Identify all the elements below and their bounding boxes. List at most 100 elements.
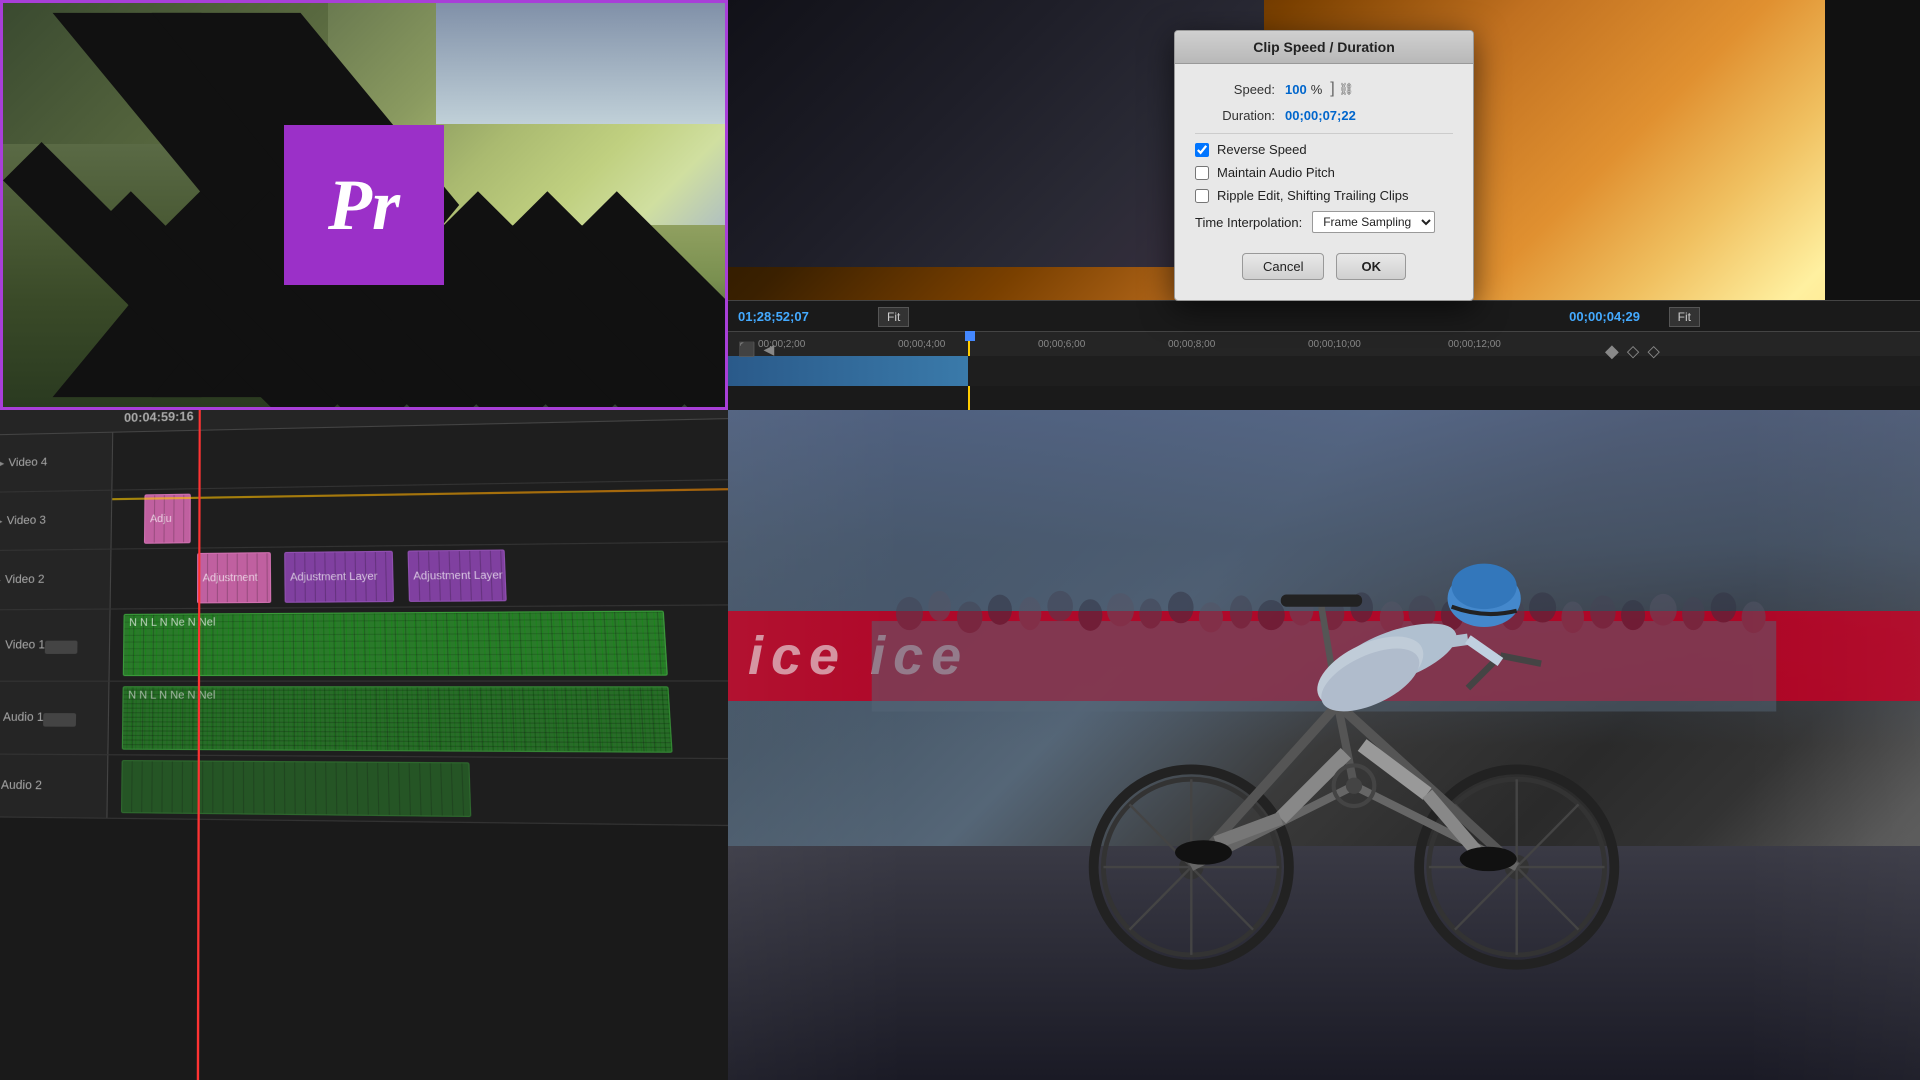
clip-v3-1[interactable]: Adju — [144, 494, 190, 544]
clip-pattern — [408, 551, 505, 601]
panel-cyclist: ice ice — [728, 410, 1920, 1080]
ripple-edit-label: Ripple Edit, Shifting Trailing Clips — [1217, 188, 1408, 203]
timeline-controls-right: ◆ ⬦ ⬦ — [1605, 341, 1660, 362]
panel-video-editor: 01;28;52;07 Fit 00;00;04;29 Fit 00;00;2;… — [728, 0, 1920, 410]
speed-label: Speed: — [1195, 82, 1275, 97]
premiere-logo-box: Pr — [284, 125, 444, 285]
camera-icon[interactable]: ⬛ — [738, 341, 755, 358]
duration-value[interactable]: 00;00;07;22 — [1285, 108, 1356, 123]
timeline-area: 01;28;52;07 Fit 00;00;04;29 Fit 00;00;2;… — [728, 300, 1920, 410]
marker-diamond-icon[interactable]: ◆ — [1605, 341, 1619, 362]
panel-timeline: 00:04:59:16 ▶ Video 4 ▶ Video 3 — [0, 410, 728, 1080]
track-audio1: ▼ Audio 1 N N L N Ne N Nel — [0, 682, 728, 760]
time-marker-3: 00;00;6;00 — [1038, 339, 1085, 350]
clip-v2-3[interactable]: Adjustment Layer — [407, 549, 506, 602]
track-content-audio1: N N L N Ne N Nel — [108, 682, 728, 759]
clip-text-a1: N N L N Ne N Nel — [128, 690, 215, 703]
reverse-speed-checkbox[interactable] — [1195, 143, 1209, 157]
clip-a2-1[interactable] — [121, 760, 471, 817]
timeline-timecode: 00:04:59:16 — [124, 410, 194, 425]
fit-dropdown-right[interactable]: Fit — [1669, 307, 1700, 327]
track-video1: ▼ Video 1 N N L N Ne N Nel — [0, 605, 728, 682]
clip-bar — [728, 356, 1920, 386]
track-arrow-icon-v1: ▼ — [0, 640, 1, 651]
dialog-body: Speed: 100 % ] ⛓ Duration: 00;00;07;22 R… — [1175, 64, 1473, 300]
track-name-audio1: Audio 1 — [3, 711, 44, 725]
maintain-audio-pitch-label: Maintain Audio Pitch — [1217, 165, 1335, 180]
chain-icon: ⛓ — [1339, 82, 1354, 96]
time-marker-4: 00;00;8;00 — [1168, 339, 1215, 350]
track-label-video3: ▶ Video 3 — [0, 491, 112, 550]
time-interpolation-row: Time Interpolation: Frame Sampling — [1195, 211, 1453, 233]
track-video2: ▶ Video 2 Adjustment Adjustment Layer Ad… — [0, 541, 728, 610]
interpolation-select[interactable]: Frame Sampling — [1312, 211, 1435, 233]
arrow-left-icon[interactable]: ◀ — [763, 341, 774, 358]
track-audio2: ▼ Audio 2 — [0, 755, 728, 828]
speed-row: Speed: 100 % ] ⛓ — [1195, 80, 1453, 98]
clip-a1-1[interactable]: N N L N Ne N Nel — [122, 686, 673, 753]
track-arrow-icon: ▶ — [0, 457, 4, 469]
cyclist-svg — [907, 444, 1801, 1014]
track-name-video1: Video 1 — [5, 639, 45, 652]
ripple-edit-row: Ripple Edit, Shifting Trailing Clips — [1195, 188, 1453, 203]
track-arrow-icon-v2: ▶ — [0, 574, 1, 586]
ripple-edit-checkbox[interactable] — [1195, 189, 1209, 203]
panel-premiere-logo: Pr — [0, 0, 728, 410]
playhead-diamond — [965, 331, 975, 341]
time-marker-2: 00;00;4;00 — [898, 339, 945, 350]
timecode-left: 01;28;52;07 — [738, 309, 809, 324]
time-ruler: 00;00;2;00 00;00;4;00 00;00;6;00 00;00;8… — [728, 331, 1920, 356]
clip-text-v1: N N L N Ne N Nel — [129, 617, 215, 630]
duration-row: Duration: 00;00;07;22 — [1195, 108, 1453, 123]
ok-button[interactable]: OK — [1336, 253, 1406, 280]
clip-pattern-a2 — [122, 761, 470, 816]
clip-pattern — [285, 552, 393, 602]
clip-speed-dialog: Clip Speed / Duration Speed: 100 % ] ⛓ D… — [1174, 30, 1474, 301]
clip-v1-1[interactable]: N N L N Ne N Nel — [123, 611, 668, 677]
dialog-title-bar: Clip Speed / Duration — [1175, 31, 1473, 64]
dialog-buttons: Cancel OK — [1195, 245, 1453, 284]
track-name-video2: Video 2 — [5, 573, 45, 586]
fit-dropdown-left[interactable]: Fit — [878, 307, 909, 327]
dialog-divider — [1195, 133, 1453, 134]
maintain-audio-pitch-checkbox[interactable] — [1195, 166, 1209, 180]
track-label-audio1: ▼ Audio 1 — [0, 682, 110, 754]
track-label-audio2: ▼ Audio 2 — [0, 755, 108, 818]
marker-left-icon[interactable]: ⬦ — [1627, 341, 1640, 362]
timeline-controls: ⬛ ◀ — [738, 341, 774, 358]
reverse-speed-row: Reverse Speed — [1195, 142, 1453, 157]
clip-v2-2[interactable]: Adjustment Layer — [284, 551, 394, 603]
timeline-content: 00:04:59:16 ▶ Video 4 ▶ Video 3 — [0, 410, 728, 1080]
mute-button-a1[interactable] — [43, 713, 76, 727]
track-label-spacer — [0, 417, 124, 420]
maintain-audio-pitch-row: Maintain Audio Pitch — [1195, 165, 1453, 180]
premiere-logo-letter: Pr — [328, 164, 400, 247]
time-marker-6: 00;00;12;00 — [1448, 339, 1501, 350]
timecode-right: 00;00;04;29 — [1569, 309, 1640, 324]
duration-label: Duration: — [1195, 108, 1275, 123]
track-label-video1: ▼ Video 1 — [0, 610, 111, 681]
track-arrow-icon-v3: ▶ — [0, 515, 3, 527]
track-name-video4: Video 4 — [8, 456, 47, 469]
mute-button-v1[interactable] — [45, 640, 78, 653]
cancel-button[interactable]: Cancel — [1242, 253, 1324, 280]
track-name-audio2: Audio 2 — [1, 779, 42, 793]
clip-pattern — [145, 495, 189, 543]
track-label-video4: ▶ Video 4 — [0, 433, 113, 492]
speed-value[interactable]: 100 — [1285, 82, 1307, 97]
track-content-video2: Adjustment Adjustment Layer Adjustment L… — [111, 541, 728, 608]
clip-pattern — [198, 553, 270, 602]
link-icon: ] — [1330, 80, 1334, 98]
speed-unit: % — [1311, 82, 1323, 97]
marker-right-icon[interactable]: ⬦ — [1647, 341, 1660, 362]
track-name-video3: Video 3 — [7, 514, 47, 527]
clip-v2-1[interactable]: Adjustment — [197, 552, 271, 603]
dialog-title: Clip Speed / Duration — [1253, 39, 1395, 55]
reverse-speed-label: Reverse Speed — [1217, 142, 1307, 157]
track-label-video2: ▶ Video 2 — [0, 550, 112, 610]
clip-segment — [728, 356, 968, 386]
interpolation-label: Time Interpolation: — [1195, 215, 1302, 230]
track-content-video1: N N L N Ne N Nel — [110, 605, 728, 681]
track-content-audio2 — [107, 755, 728, 826]
time-marker-5: 00;00;10;00 — [1308, 339, 1361, 350]
